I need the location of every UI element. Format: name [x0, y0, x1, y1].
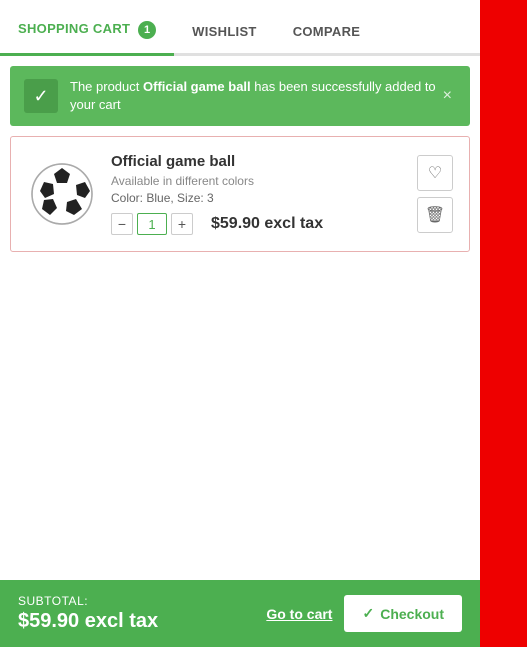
success-prefix: The product — [70, 79, 143, 94]
quantity-increase-button[interactable]: + — [171, 213, 193, 235]
item-subtitle: Available in different colors — [111, 174, 403, 188]
tab-shopping-cart[interactable]: SHOPPING CART 1 — [0, 11, 174, 56]
quantity-control: − + — [111, 213, 193, 235]
item-details: Official game ball Available in differen… — [111, 153, 403, 235]
subtotal-label: SUBTOTAL: — [18, 594, 158, 608]
tab-wishlist-label: WISHLIST — [192, 24, 257, 39]
empty-space — [0, 252, 480, 580]
cart-items-container: Official game ball Available in differen… — [10, 136, 470, 252]
tab-wishlist[interactable]: WISHLIST — [174, 14, 275, 53]
success-notification: ✓ The product Official game ball has bee… — [10, 66, 470, 126]
cart-footer: SUBTOTAL: $59.90 excl tax Go to cart ✓ C… — [0, 580, 480, 647]
checkout-button[interactable]: ✓ Checkout — [344, 595, 462, 632]
item-bottom: − + $59.90 excl tax — [111, 213, 403, 235]
quantity-decrease-button[interactable]: − — [111, 213, 133, 235]
success-text: The product Official game ball has been … — [70, 78, 439, 114]
tab-shopping-cart-label: SHOPPING CART — [18, 21, 130, 36]
checkout-label: Checkout — [380, 606, 444, 622]
item-name: Official game ball — [111, 153, 403, 170]
product-image — [27, 159, 97, 229]
tab-compare[interactable]: COMPARE — [275, 14, 379, 53]
red-bar — [480, 0, 527, 647]
trash-icon: 🗑 — [425, 205, 445, 225]
checkout-check-icon: ✓ — [362, 605, 374, 622]
table-row: Official game ball Available in differen… — [11, 137, 469, 251]
subtotal-section: SUBTOTAL: $59.90 excl tax — [18, 594, 158, 633]
success-check-icon: ✓ — [24, 79, 58, 113]
footer-actions: Go to cart ✓ Checkout — [266, 595, 462, 632]
tabs-bar: SHOPPING CART 1 WISHLIST COMPARE — [0, 0, 480, 56]
success-close-button[interactable]: × — [439, 87, 456, 105]
add-to-wishlist-button[interactable]: ♡ — [417, 155, 453, 191]
remove-item-button[interactable]: 🗑 — [417, 197, 453, 233]
success-product-name: Official game ball — [143, 79, 251, 94]
heart-icon: ♡ — [428, 163, 442, 183]
quantity-stepper[interactable] — [137, 213, 167, 235]
shopping-cart-badge: 1 — [138, 21, 156, 39]
go-to-cart-button[interactable]: Go to cart — [266, 606, 332, 622]
item-meta: Color: Blue, Size: 3 — [111, 191, 403, 205]
item-price: $59.90 excl tax — [211, 215, 323, 233]
tab-compare-label: COMPARE — [293, 24, 361, 39]
item-actions: ♡ 🗑 — [417, 155, 453, 233]
main-content: SHOPPING CART 1 WISHLIST COMPARE ✓ The p… — [0, 0, 480, 647]
subtotal-amount: $59.90 excl tax — [18, 610, 158, 633]
